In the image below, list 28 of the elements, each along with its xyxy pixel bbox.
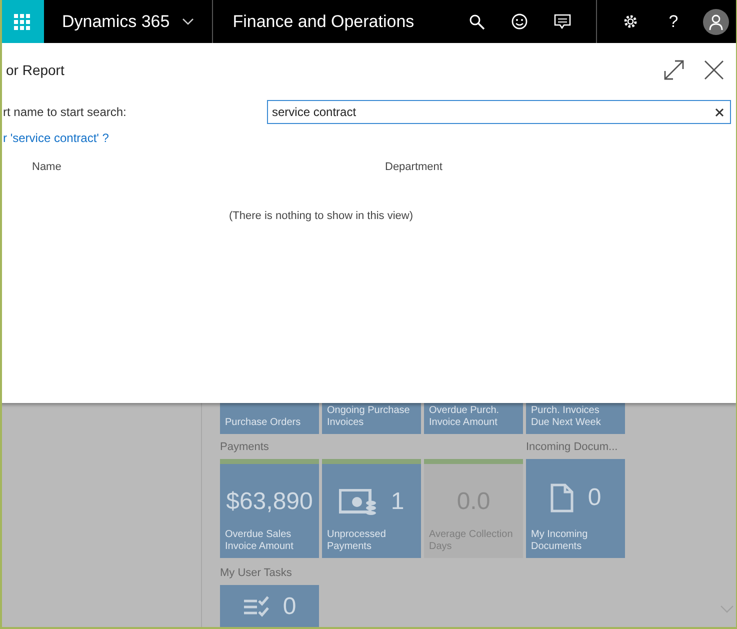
kpi-tile[interactable]: 0 My Incoming Documents — [526, 459, 625, 558]
section-heading: Incoming Docum... — [526, 441, 619, 455]
dialog-title: or Report — [6, 62, 66, 78]
section-heading: Payments — [220, 441, 270, 455]
tile-label: Ongoing Purchase Invoices — [327, 405, 411, 429]
tile-label: My Incoming Documents — [531, 529, 589, 553]
help-button[interactable]: ? — [652, 0, 695, 43]
search-label: rt name to start search: — [3, 105, 128, 119]
kpi-tile[interactable]: 1 Unprocessed Payments — [322, 459, 421, 558]
tile-label: Purch. Invoices Due Next Week — [531, 405, 602, 429]
module-name: Finance and Operations — [232, 12, 414, 32]
tile-value: 1 — [390, 488, 404, 516]
column-header[interactable]: Department — [385, 161, 585, 173]
kpi-tile[interactable]: $63,890 Overdue Sales Invoice Amount — [220, 459, 319, 558]
tile-label: Overdue Sales Invoice Amount — [225, 529, 294, 553]
section-heading: My User Tasks — [220, 567, 293, 581]
search-field[interactable]: service contract — [267, 100, 731, 124]
product-name[interactable]: Dynamics 365 — [62, 12, 170, 32]
empty-message: (There is nothing to show in this view) — [229, 210, 414, 222]
tile-value: 0 — [588, 484, 602, 512]
tile-label: Overdue Purch. Invoice Amount — [429, 405, 500, 429]
kpi-tile[interactable]: 0 — [220, 585, 319, 627]
tile-label: Purchase Orders — [225, 417, 302, 429]
suggestion-link[interactable]: r 'service contract' ? — [3, 131, 109, 145]
tile-value: 0 — [282, 593, 296, 621]
tile-value: $63,890 — [226, 488, 313, 516]
column-header[interactable]: Name — [2, 161, 385, 173]
tile-label: Unprocessed Payments — [327, 529, 387, 553]
